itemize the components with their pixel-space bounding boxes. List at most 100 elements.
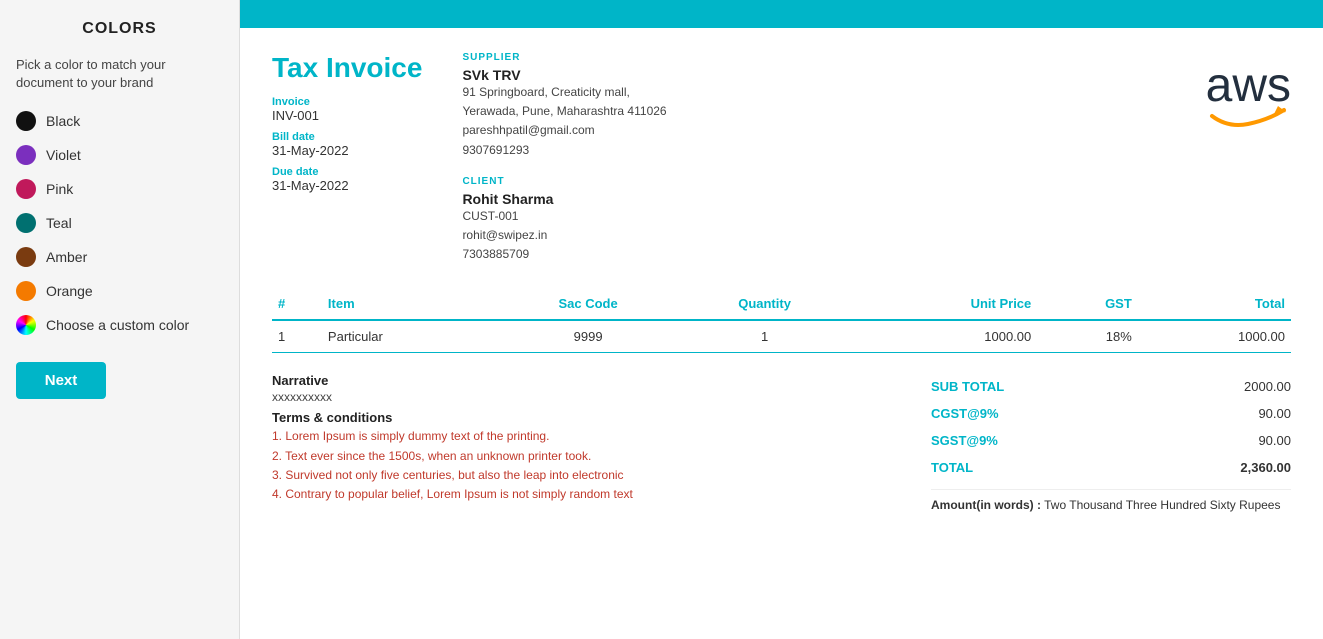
color-panel: COLORS Pick a color to match your docume… [0,0,240,639]
panel-title: COLORS [16,20,223,38]
amount-words-text: Two Thousand Three Hundred Sixty Rupees [1044,498,1280,512]
sgst-amount: 90.00 [1258,433,1291,448]
totals-section: SUB TOTAL 2000.00 CGST@9% 90.00 SGST@9% … [931,373,1291,512]
terms-line-2: 2. Text ever since the 1500s, when an un… [272,447,911,466]
sgst-row: SGST@9% 90.00 [931,427,1291,454]
violet-dot [16,145,36,165]
terms-text: 1. Lorem Ipsum is simply dummy text of t… [272,427,911,504]
cell-num: 1 [272,320,322,353]
supplier-address: 91 Springboard, Creaticity mall, Yerawad… [462,83,1205,160]
supplier-label: SUPPLIER [462,52,1205,63]
custom-color-dot [16,315,36,335]
color-option-teal[interactable]: Teal [16,210,223,236]
invoice-bottom: Narrative xxxxxxxxxx Terms & conditions … [272,373,1291,512]
invoice-header: Tax Invoice Invoice INV-001 Bill date 31… [272,52,1291,264]
invoice-field-duedate: Due date 31-May-2022 [272,166,422,193]
color-option-black[interactable]: Black [16,108,223,134]
total-amount: 2,360.00 [1240,460,1291,475]
supplier-section: SUPPLIER SVk TRV 91 Springboard, Creatic… [462,52,1205,160]
orange-dot [16,281,36,301]
invoice-field-invoice: Invoice INV-001 [272,96,422,123]
supplier-name: SVk TRV [462,67,1205,83]
invoice-label: Invoice [272,96,422,108]
supplier-city: Yerawada, Pune, Maharashtra 411026 [462,104,666,118]
supplier-phone: 9307691293 [462,143,529,157]
cell-total: 1000.00 [1138,320,1291,353]
color-label-custom: Choose a custom color [46,317,189,333]
col-sac: Sac Code [496,288,681,320]
total-row: TOTAL 2,360.00 [931,454,1291,481]
color-option-amber[interactable]: Amber [16,244,223,270]
panel-subtitle: Pick a color to match your document to y… [16,56,223,92]
terms-line-4: 4. Contrary to popular belief, Lorem Ips… [272,485,911,504]
color-label-teal: Teal [46,215,72,231]
terms-title: Terms & conditions [272,410,911,425]
col-item: Item [322,288,496,320]
sgst-label: SGST@9% [931,433,998,448]
supplier-address-line1: 91 Springboard, Creaticity mall, [462,85,629,99]
table-row: 1 Particular 9999 1 1000.00 18% 1000.00 [272,320,1291,353]
client-details: CUST-001 rohit@swipez.in 7303885709 [462,207,1205,265]
color-label-violet: Violet [46,147,81,163]
client-section: CLIENT Rohit Sharma CUST-001 rohit@swipe… [462,176,1205,265]
company-logo: aws [1206,52,1291,137]
col-qty: Quantity [681,288,849,320]
cell-sac: 9999 [496,320,681,353]
aws-arrow [1206,102,1291,137]
color-label-amber: Amber [46,249,87,265]
narrative-section: Narrative xxxxxxxxxx Terms & conditions … [272,373,911,512]
client-email: rohit@swipez.in [462,228,547,242]
teal-header-bar [240,0,1323,28]
client-name: Rohit Sharma [462,191,1205,207]
narrative-title: Narrative [272,373,911,388]
client-phone: 7303885709 [462,247,529,261]
col-num: # [272,288,322,320]
invoice-number: INV-001 [272,108,422,123]
terms-line-1: 1. Lorem Ipsum is simply dummy text of t… [272,427,911,446]
cgst-row: CGST@9% 90.00 [931,400,1291,427]
teal-dot [16,213,36,233]
cell-qty: 1 [681,320,849,353]
black-dot [16,111,36,131]
next-button[interactable]: Next [16,362,106,399]
terms-line-3: 3. Survived not only five centuries, but… [272,466,911,485]
narrative-text: xxxxxxxxxx [272,390,911,404]
total-label: TOTAL [931,460,973,475]
invoice-title-section: Tax Invoice Invoice INV-001 Bill date 31… [272,52,422,201]
bill-date-label: Bill date [272,131,422,143]
color-label-black: Black [46,113,80,129]
color-option-orange[interactable]: Orange [16,278,223,304]
col-total: Total [1138,288,1291,320]
subtotal-amount: 2000.00 [1244,379,1291,394]
color-label-pink: Pink [46,181,73,197]
client-label: CLIENT [462,176,1205,187]
supplier-email: pareshhpatil@gmail.com [462,123,594,137]
amount-words: Amount(in words) : Two Thousand Three Hu… [931,489,1291,512]
invoice-parties: SUPPLIER SVk TRV 91 Springboard, Creatic… [422,52,1205,264]
cell-price: 1000.00 [849,320,1038,353]
invoice-title: Tax Invoice [272,52,422,84]
color-option-violet[interactable]: Violet [16,142,223,168]
amber-dot [16,247,36,267]
amount-words-prefix: Amount(in words) : [931,498,1041,512]
cell-item: Particular [322,320,496,353]
cgst-amount: 90.00 [1258,406,1291,421]
pink-dot [16,179,36,199]
cgst-label: CGST@9% [931,406,999,421]
subtotal-row: SUB TOTAL 2000.00 [931,373,1291,400]
due-date-value: 31-May-2022 [272,178,422,193]
bill-date-value: 31-May-2022 [272,143,422,158]
color-option-pink[interactable]: Pink [16,176,223,202]
client-id: CUST-001 [462,209,518,223]
invoice-table: # Item Sac Code Quantity Unit Price GST … [272,288,1291,353]
color-label-orange: Orange [46,283,93,299]
invoice-field-billdate: Bill date 31-May-2022 [272,131,422,158]
table-header-row: # Item Sac Code Quantity Unit Price GST … [272,288,1291,320]
subtotal-label: SUB TOTAL [931,379,1004,394]
invoice-body: Tax Invoice Invoice INV-001 Bill date 31… [240,28,1323,536]
col-price: Unit Price [849,288,1038,320]
col-gst: GST [1037,288,1138,320]
color-option-custom[interactable]: Choose a custom color [16,312,223,338]
invoice-panel: Tax Invoice Invoice INV-001 Bill date 31… [240,0,1323,639]
cell-gst: 18% [1037,320,1138,353]
